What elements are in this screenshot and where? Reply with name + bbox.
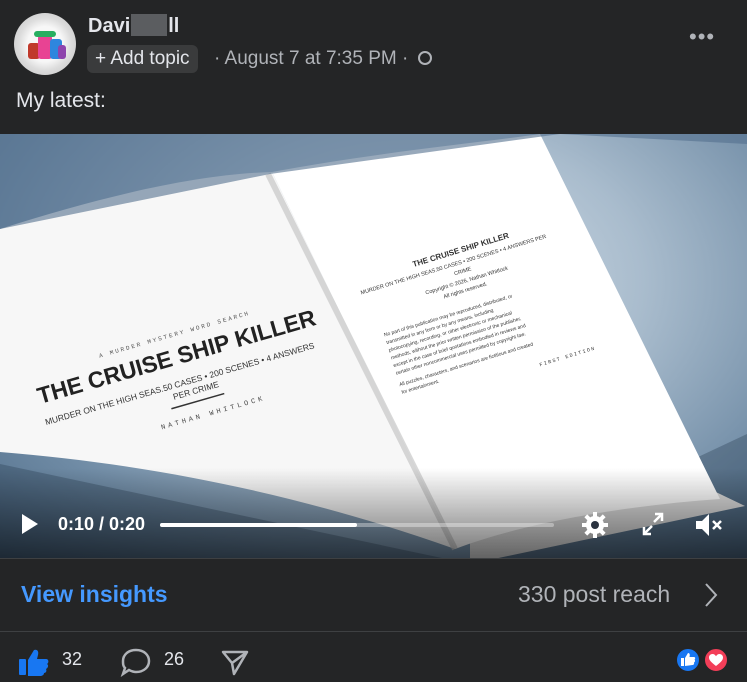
- more-options-icon[interactable]: •••: [689, 24, 715, 50]
- like-reaction-icon: [675, 647, 701, 673]
- audience-icon[interactable]: [417, 51, 432, 65]
- video-player[interactable]: A MURDER MYSTERY WORD SEARCH THE CRUISE …: [0, 134, 747, 558]
- chevron-right-icon[interactable]: [703, 581, 719, 609]
- author-first: Davi: [88, 15, 131, 37]
- add-topic-button[interactable]: + Add topic: [87, 45, 198, 73]
- post-text: My latest:: [16, 89, 106, 112]
- controls-shade: [0, 468, 747, 558]
- post-timestamp[interactable]: · August 7 at 7:35 PM ·: [214, 48, 408, 69]
- video-time: 0:10 / 0:20: [58, 514, 146, 534]
- play-icon[interactable]: [20, 513, 40, 535]
- post-meta: · August 7 at 7:35 PM ·: [214, 48, 432, 70]
- redaction-block: [131, 14, 168, 36]
- reaction-summary[interactable]: [675, 647, 731, 673]
- avatar[interactable]: [14, 13, 76, 75]
- fullscreen-icon[interactable]: [640, 510, 666, 538]
- view-insights-link[interactable]: View insights: [21, 581, 168, 608]
- settings-gear-icon[interactable]: [580, 510, 610, 540]
- mute-icon[interactable]: [693, 510, 725, 540]
- author-name[interactable]: Davi ll: [88, 14, 179, 38]
- comment-count[interactable]: 26: [164, 649, 184, 670]
- action-bar: 32 26: [0, 633, 747, 682]
- love-reaction-icon: [703, 647, 729, 673]
- post-reach: 330 post reach: [518, 581, 671, 607]
- comment-icon[interactable]: [120, 647, 152, 677]
- insights-row[interactable]: View insights 330 post reach: [0, 558, 747, 632]
- share-icon[interactable]: [220, 647, 250, 677]
- author-last: ll: [168, 15, 180, 37]
- post-header: Davi ll + Add topic · August 7 at 7:35 PM…: [0, 0, 747, 80]
- like-count[interactable]: 32: [62, 649, 82, 670]
- video-progress-bar[interactable]: [160, 523, 554, 527]
- video-progress-fill: [160, 523, 357, 527]
- like-icon[interactable]: [18, 647, 50, 677]
